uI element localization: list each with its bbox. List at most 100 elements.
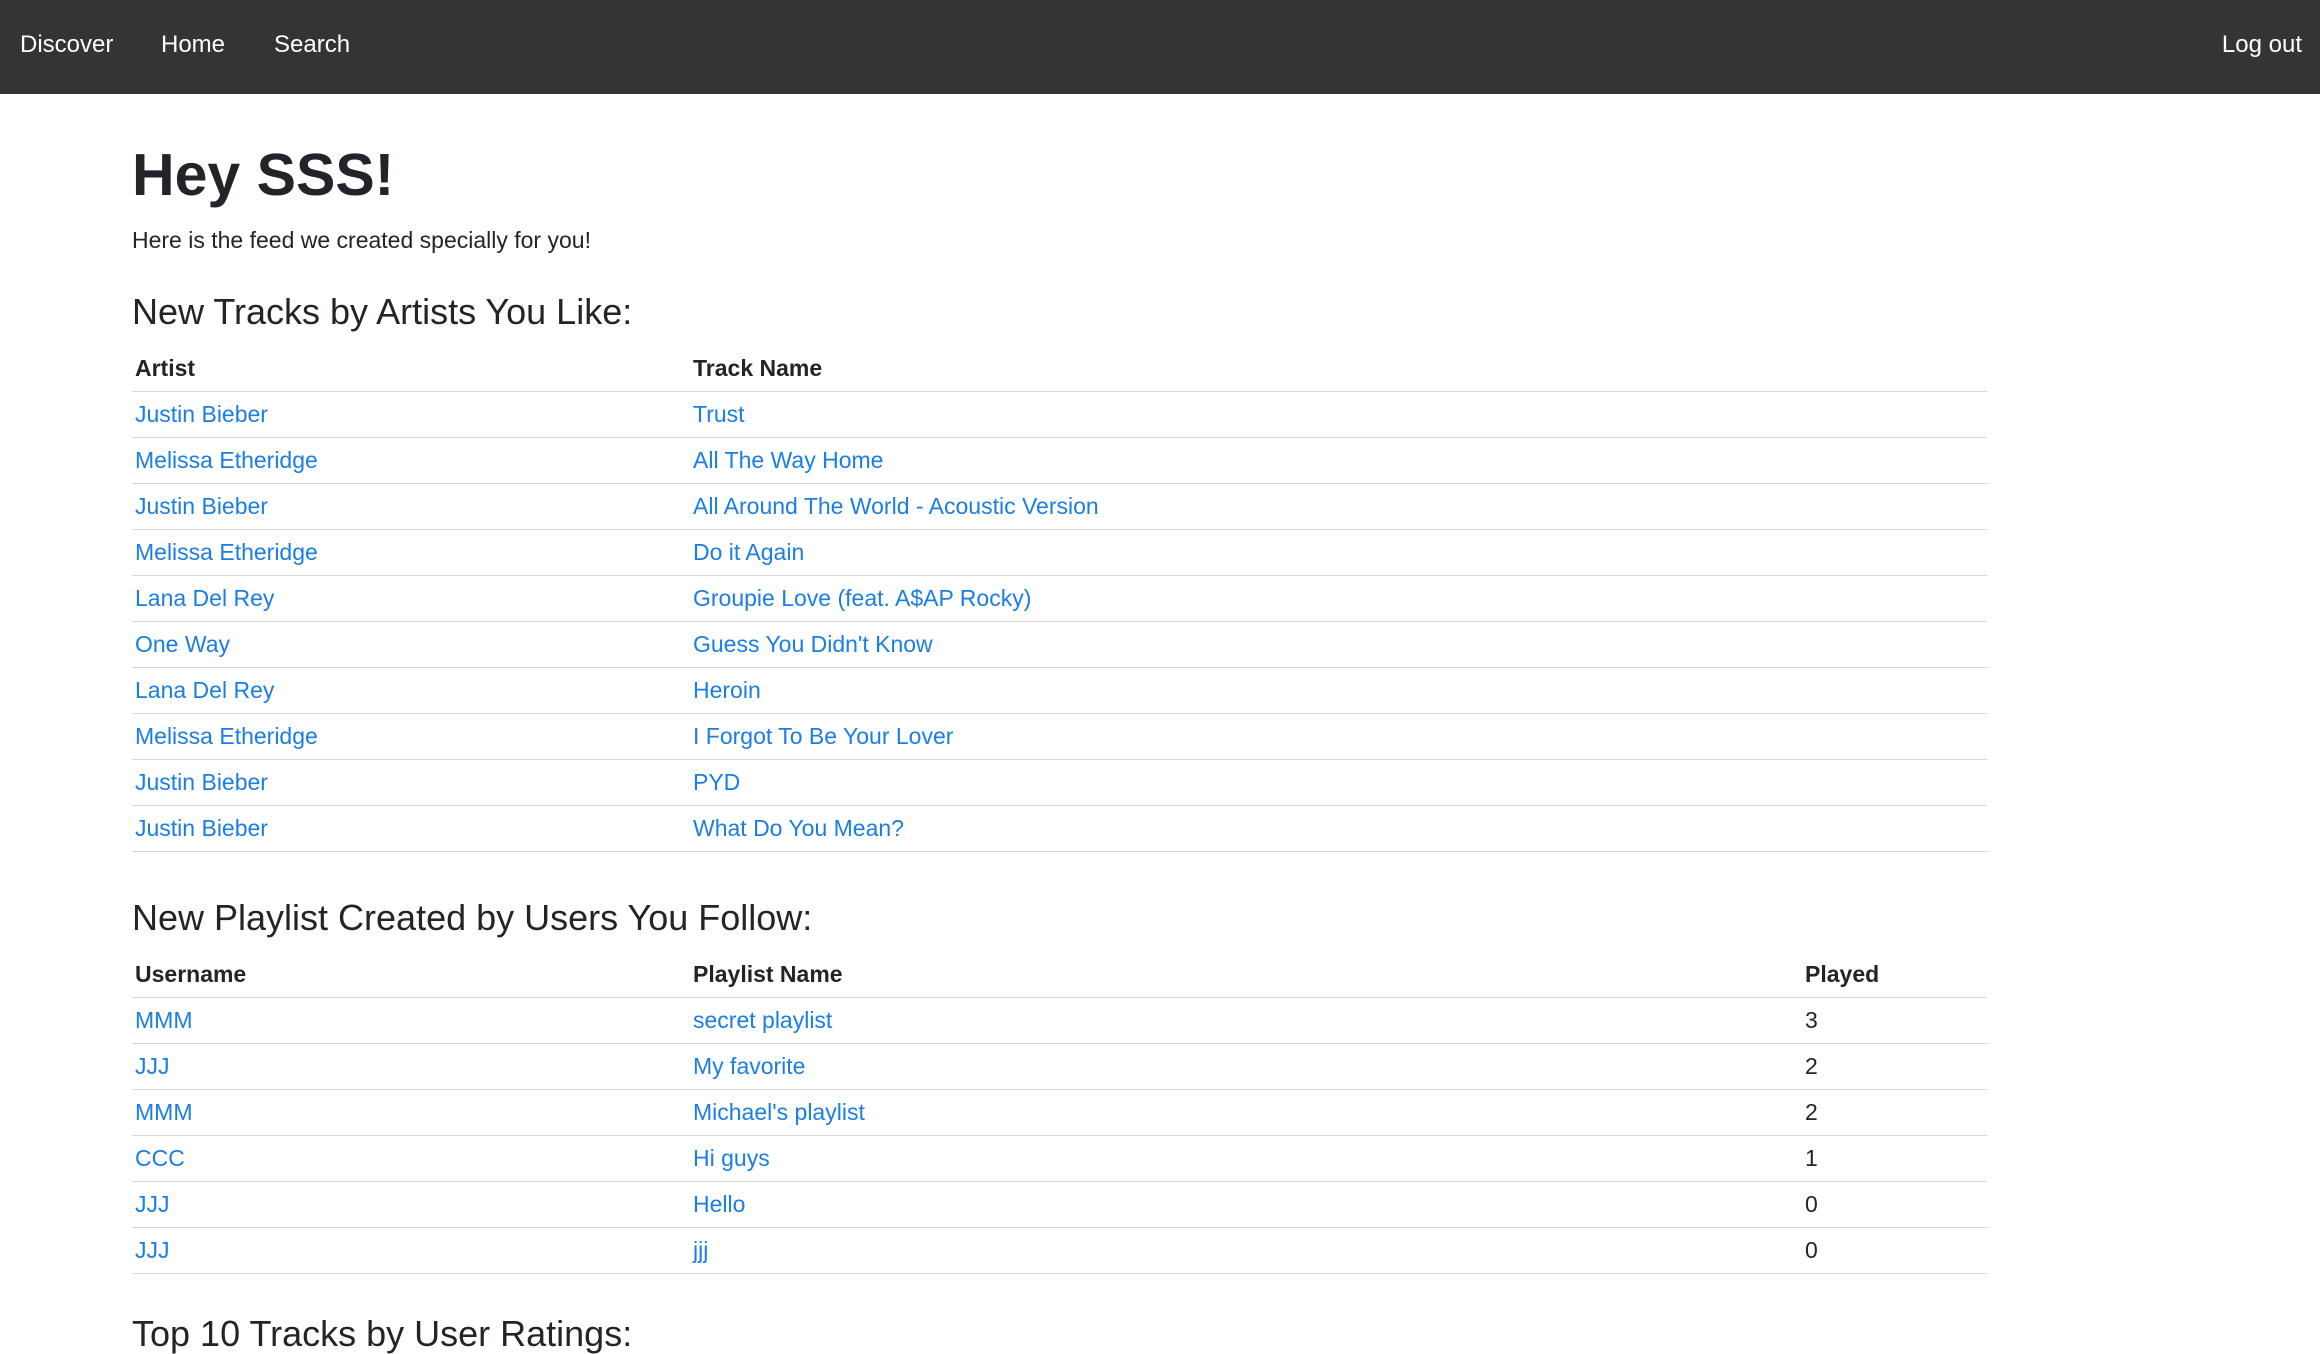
nav-search-link[interactable]: Search [274,0,350,94]
username-link[interactable]: JJJ [135,1237,170,1263]
playlists-section-heading: New Playlist Created by Users You Follow… [132,897,813,938]
track-link[interactable]: Heroin [693,677,761,703]
artist-link[interactable]: Lana Del Rey [135,677,274,703]
username-link[interactable]: JJJ [135,1053,170,1079]
track-link[interactable]: Trust [693,401,745,427]
username-link[interactable]: MMM [135,1099,192,1125]
track-cell: Do it Again [690,529,1987,576]
playlist-cell: My favorite [690,1043,1802,1090]
track-link[interactable]: I Forgot To Be Your Lover [693,723,953,749]
artist-link[interactable]: Melissa Etheridge [135,723,318,749]
playlist-link[interactable]: secret playlist [693,1007,832,1033]
track-link[interactable]: Groupie Love (feat. A$AP Rocky) [693,585,1031,611]
playlist-cell: jjj [690,1227,1802,1274]
playlist-link[interactable]: Hi guys [693,1145,770,1171]
artist-link[interactable]: One Way [135,631,230,657]
artist-link[interactable]: Melissa Etheridge [135,539,318,565]
track-link[interactable]: All The Way Home [693,447,883,473]
username-cell: JJJ [132,1181,690,1228]
username-link[interactable]: CCC [135,1145,185,1171]
table-row: MMM Michael's playlist 2 [132,1089,1987,1136]
playlist-link[interactable]: My favorite [693,1053,805,1079]
track-cell: All Around The World - Acoustic Version [690,483,1987,530]
artist-link[interactable]: Justin Bieber [135,493,268,519]
playlist-cell: Hi guys [690,1135,1802,1182]
track-cell: Heroin [690,667,1987,714]
playlist-cell: Michael's playlist [690,1089,1802,1136]
track-cell: PYD [690,759,1987,806]
column-header-username: Username [132,952,690,998]
page-title: Hey SSS! [132,142,395,208]
username-cell: JJJ [132,1227,690,1274]
top-navbar: Discover Home Search Log out [0,0,2320,94]
table-row: Justin Bieber What Do You Mean? [132,805,1987,852]
track-link[interactable]: PYD [693,769,740,795]
table-row: Melissa Etheridge I Forgot To Be Your Lov… [132,713,1987,760]
artist-link[interactable]: Justin Bieber [135,401,268,427]
played-count: 2 [1802,1043,1987,1090]
username-cell: MMM [132,997,690,1044]
artist-cell: Justin Bieber [132,759,690,806]
artist-cell: Melissa Etheridge [132,713,690,760]
table-header-row: Username Playlist Name Played [132,952,1987,998]
track-link[interactable]: Do it Again [693,539,804,565]
track-link[interactable]: All Around The World - Acoustic Version [693,493,1099,519]
artist-link[interactable]: Justin Bieber [135,769,268,795]
artist-cell: Lana Del Rey [132,575,690,622]
track-link[interactable]: What Do You Mean? [693,815,904,841]
table-row: Justin Bieber PYD [132,759,1987,806]
table-row: One Way Guess You Didn't Know [132,621,1987,668]
track-cell: Guess You Didn't Know [690,621,1987,668]
top10-section-heading: Top 10 Tracks by User Ratings: [132,1313,633,1354]
table-row: Justin Bieber All Around The World - Acou… [132,483,1987,530]
playlist-link[interactable]: jjj [693,1237,708,1263]
username-cell: JJJ [132,1043,690,1090]
column-header-played: Played [1802,952,1987,998]
track-cell: Trust [690,391,1987,438]
artist-link[interactable]: Lana Del Rey [135,585,274,611]
artist-cell: Melissa Etheridge [132,529,690,576]
artist-cell: Lana Del Rey [132,667,690,714]
username-cell: CCC [132,1135,690,1182]
table-row: Lana Del Rey Groupie Love (feat. A$AP Roc… [132,575,1987,622]
played-count: 2 [1802,1089,1987,1136]
artist-cell: Justin Bieber [132,483,690,530]
username-link[interactable]: JJJ [135,1191,170,1217]
track-cell: I Forgot To Be Your Lover [690,713,1987,760]
nav-home-link[interactable]: Home [161,0,225,94]
playlist-cell: secret playlist [690,997,1802,1044]
played-count: 0 [1802,1227,1987,1274]
table-header-row: Artist Track Name [132,346,1987,392]
artist-link[interactable]: Melissa Etheridge [135,447,318,473]
table-row: MMM secret playlist 3 [132,997,1987,1044]
table-row: Melissa Etheridge All The Way Home [132,437,1987,484]
artist-cell: Melissa Etheridge [132,437,690,484]
page-subtitle: Here is the feed we created specially fo… [132,227,591,253]
column-header-track-name: Track Name [690,346,1987,392]
table-row: JJJ My favorite 2 [132,1043,1987,1090]
playlists-table: Username Playlist Name Played MMM secret … [132,952,1987,1274]
tracks-section-heading: New Tracks by Artists You Like: [132,291,633,332]
played-count: 3 [1802,997,1987,1044]
artist-link[interactable]: Justin Bieber [135,815,268,841]
playlist-link[interactable]: Michael's playlist [693,1099,865,1125]
username-link[interactable]: MMM [135,1007,192,1033]
playlist-link[interactable]: Hello [693,1191,745,1217]
track-cell: Groupie Love (feat. A$AP Rocky) [690,575,1987,622]
tracks-table: Artist Track Name Justin Bieber Trust Meli… [132,346,1987,852]
table-row: Melissa Etheridge Do it Again [132,529,1987,576]
logout-link[interactable]: Log out [2222,0,2302,94]
column-header-playlist-name: Playlist Name [690,952,1802,998]
played-count: 0 [1802,1181,1987,1228]
track-cell: What Do You Mean? [690,805,1987,852]
track-link[interactable]: Guess You Didn't Know [693,631,933,657]
nav-discover-link[interactable]: Discover [20,0,113,94]
table-row: Lana Del Rey Heroin [132,667,1987,714]
table-row: CCC Hi guys 1 [132,1135,1987,1182]
artist-cell: One Way [132,621,690,668]
table-row: Justin Bieber Trust [132,391,1987,438]
username-cell: MMM [132,1089,690,1136]
artist-cell: Justin Bieber [132,391,690,438]
track-cell: All The Way Home [690,437,1987,484]
column-header-artist: Artist [132,346,690,392]
